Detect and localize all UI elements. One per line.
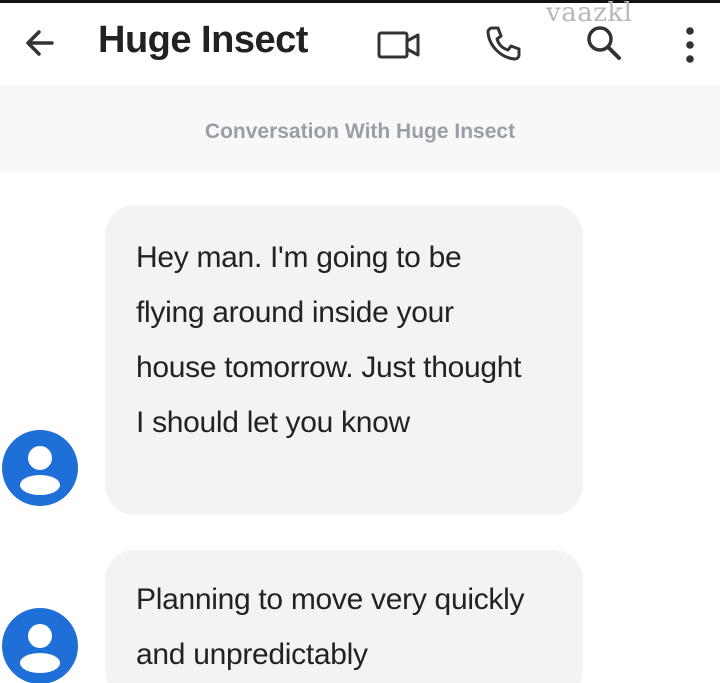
- conversation-title: Huge Insect: [98, 19, 308, 61]
- message-bubble[interactable]: Planning to move very quickly and unpred…: [105, 550, 583, 683]
- message-text: Hey man. I'm going to be flying around i…: [136, 241, 522, 439]
- message-bubble[interactable]: Hey man. I'm going to be flying around i…: [105, 205, 583, 515]
- message-text: Planning to move very quickly and unpred…: [136, 583, 525, 671]
- conversation-heading: Conversation With Huge Insect: [204, 120, 516, 143]
- search-icon[interactable]: [584, 23, 624, 63]
- avatar-icon[interactable]: [0, 606, 80, 683]
- watermark: vaazkl: [546, 0, 633, 28]
- avatar-icon[interactable]: [0, 428, 80, 508]
- more-vert-icon[interactable]: [680, 25, 700, 65]
- video-call-icon[interactable]: [376, 27, 424, 63]
- arrow-left-icon[interactable]: [22, 25, 58, 61]
- phone-icon[interactable]: [483, 23, 523, 63]
